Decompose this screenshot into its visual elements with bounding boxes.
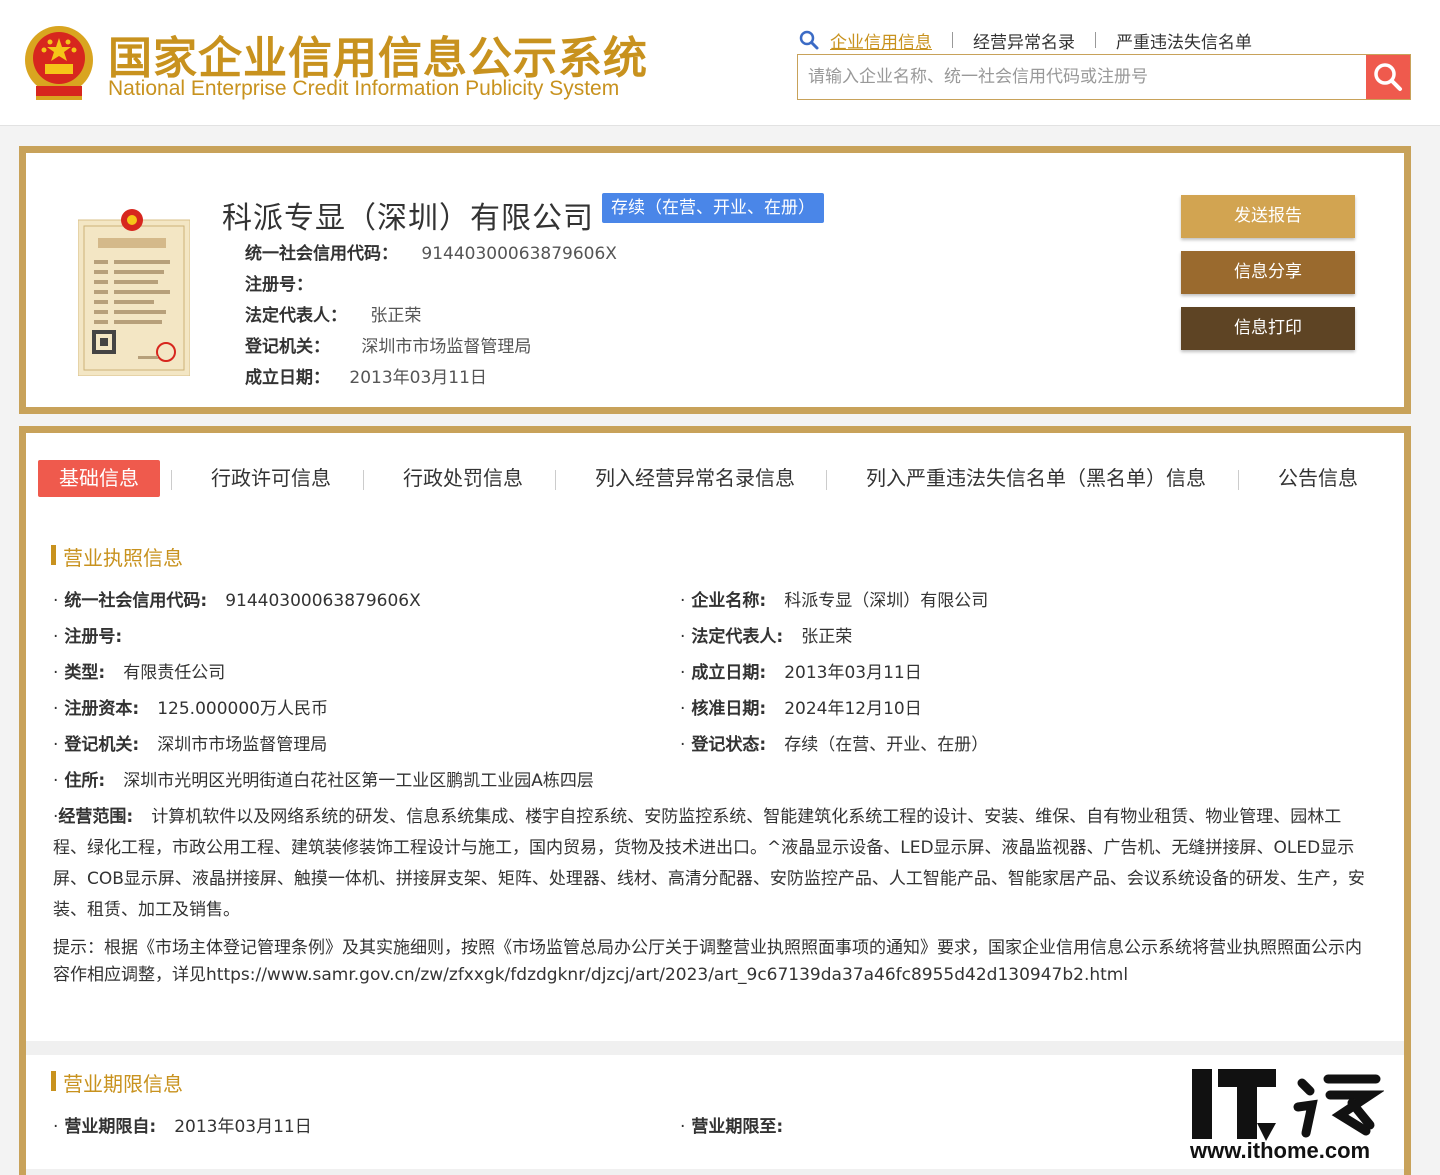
field-approved: · 核准日期: 2024年12月10日 (680, 699, 922, 719)
field-type: · 类型: 有限责任公司 (53, 663, 226, 683)
credit-code-value: 91440300063879606X (421, 244, 617, 264)
company-name: 科派专显（深圳）有限公司 (222, 201, 594, 236)
search-box (797, 54, 1411, 100)
send-report-button[interactable]: 发送报告 (1181, 195, 1355, 238)
print-info-button[interactable]: 信息打印 (1181, 307, 1355, 350)
divider (826, 470, 827, 490)
business-scope-value: 计算机软件以及网络系统的研发、信息系统集成、楼宇自控系统、安防监控系统、智能建筑… (53, 807, 1365, 920)
founded-label: 成立日期： (245, 368, 330, 388)
search-icon (1374, 63, 1402, 91)
reg-no-label: 注册号： (245, 275, 313, 295)
notice-tip: 提示：根据《市场主体登记管理条例》及其实施细则，按照《市场监管总局办公厅关于调整… (53, 938, 1362, 985)
legal-rep-value: 张正荣 (370, 306, 422, 326)
legal-rep-label: 法定代表人： (245, 306, 347, 326)
field-period-from: · 营业期限自: 2013年03月11日 (53, 1117, 312, 1137)
search-button[interactable] (1366, 55, 1410, 99)
tab-admin-penalty[interactable]: 行政处罚信息 (403, 460, 523, 497)
business-license-image[interactable] (78, 208, 190, 376)
field-reg-authority: · 登记机关: 深圳市市场监督管理局 (53, 735, 328, 755)
divider (1095, 32, 1096, 48)
divider (555, 470, 556, 490)
national-emblem-icon (25, 26, 93, 100)
reg-authority-value: 深圳市市场监督管理局 (361, 337, 532, 357)
field-address: · 住所: 深圳市光明区光明街道白花社区第一工业区鹏凯工业园A栋四层 (53, 771, 594, 791)
search-input[interactable] (798, 55, 1366, 99)
tab-blacklist[interactable]: 列入严重违法失信名单（黑名单）信息 (866, 460, 1206, 497)
founded-value: 2013年03月11日 (349, 368, 487, 388)
credit-code-label: 统一社会信用代码： (245, 244, 398, 264)
field-reg-status: · 登记状态: 存续（在营、开业、在册） (680, 735, 989, 755)
field-period-to: · 营业期限至: (680, 1117, 784, 1137)
search-icon (799, 30, 819, 50)
reg-authority-label: 登记机关： (245, 337, 330, 357)
site-subtitle: National Enterprise Credit Information P… (108, 77, 620, 100)
tab-abnormal-list[interactable]: 列入经营异常名录信息 (595, 460, 795, 497)
search-tab-blacklist[interactable]: 严重违法失信名单 (1116, 28, 1252, 53)
reg-authority-row: 登记机关： 深圳市市场监督管理局 (245, 332, 531, 357)
business-scope: ·经营范围: 计算机软件以及网络系统的研发、信息系统集成、楼宇自控系统、安防监控系… (53, 807, 1365, 920)
site-header: 国家企业信用信息公示系统 National Enterprise Credit … (0, 0, 1440, 126)
search-type-tabs: 企业信用信息 经营异常名录 严重违法失信名单 (798, 28, 1252, 53)
field-legal-rep: · 法定代表人: 张正荣 (680, 627, 853, 647)
reg-no-row: 注册号： (245, 270, 313, 295)
divider (363, 470, 364, 490)
divider (171, 470, 172, 490)
credit-code-row: 统一社会信用代码： 91440300063879606X (245, 239, 617, 264)
share-info-button[interactable]: 信息分享 (1181, 251, 1355, 294)
company-summary-card: 科派专显（深圳）有限公司 存续（在营、开业、在册） 统一社会信用代码： 9144… (19, 146, 1411, 414)
tab-announcements[interactable]: 公告信息 (1278, 460, 1358, 497)
founded-row: 成立日期： 2013年03月11日 (245, 363, 487, 388)
divider (952, 32, 953, 48)
search-tab-abnormal-list[interactable]: 经营异常名录 (973, 28, 1075, 53)
search-tab-credit-info[interactable]: 企业信用信息 (830, 28, 932, 53)
divider (26, 1169, 1404, 1175)
detail-tabs: 基础信息 行政许可信息 行政处罚信息 列入经营异常名录信息 列入严重违法失信名单… (26, 433, 1404, 511)
period-section-title: 营业期限信息 (51, 1068, 183, 1097)
field-founded: · 成立日期: 2013年03月11日 (680, 663, 922, 683)
field-reg-capital: · 注册资本: 125.000000万人民币 (53, 699, 328, 719)
license-section-title: 营业执照信息 (51, 542, 183, 571)
tab-basic-info[interactable]: 基础信息 (38, 460, 160, 497)
field-company-name: · 企业名称: 科派专显（深圳）有限公司 (680, 591, 989, 611)
field-credit-code: · 统一社会信用代码: 91440300063879606X (53, 591, 421, 611)
field-reg-no: · 注册号: (53, 627, 123, 647)
divider (1238, 470, 1239, 490)
status-badge: 存续（在营、开业、在册） (602, 193, 824, 223)
watermark-url: www.ithome.com (1190, 1138, 1371, 1163)
business-scope-label: 经营范围: (58, 807, 134, 827)
tab-admin-license[interactable]: 行政许可信息 (211, 460, 331, 497)
legal-rep-row: 法定代表人： 张正荣 (245, 301, 421, 326)
